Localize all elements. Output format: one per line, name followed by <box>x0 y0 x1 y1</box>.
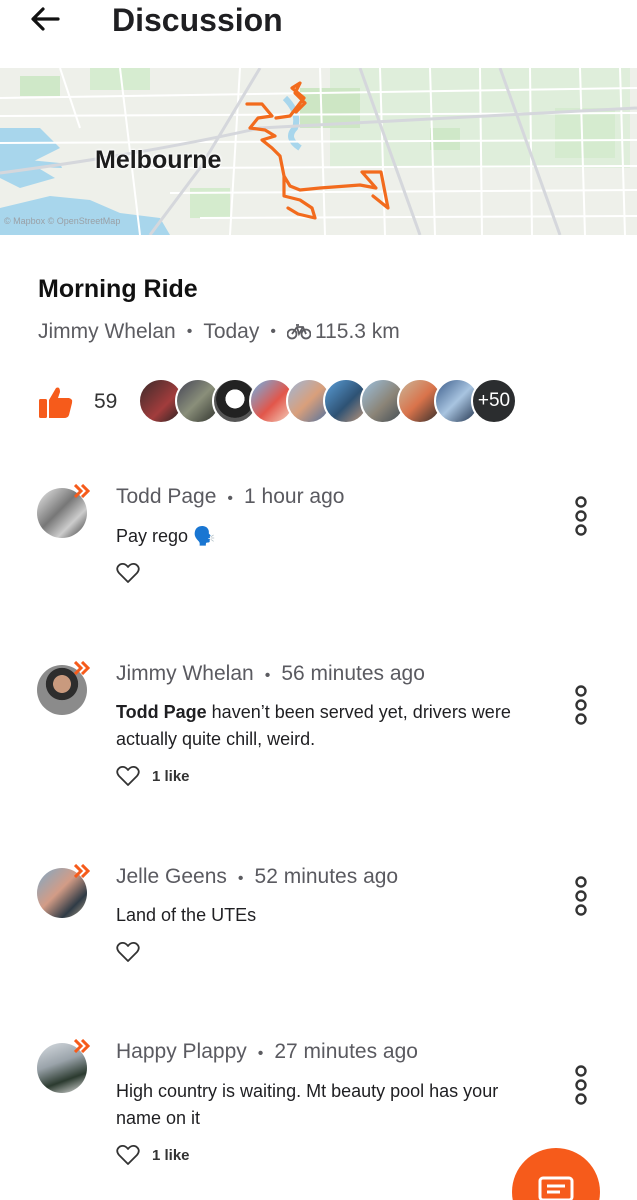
comment-actions: 1 like <box>116 765 190 787</box>
kudos-row: 59 +50 <box>38 378 598 426</box>
comment-time: 56 minutes ago <box>281 662 425 685</box>
activity-date: Today <box>203 320 260 343</box>
mention-link[interactable]: Todd Page <box>116 702 207 722</box>
subscriber-badge-icon <box>74 484 90 498</box>
thumbs-up-icon[interactable] <box>38 384 74 420</box>
comment-time: 52 minutes ago <box>254 865 399 888</box>
top-app-bar: Discussion <box>0 0 637 68</box>
comment-text: Land of the UTEs <box>116 905 257 925</box>
comment-actions <box>116 562 140 584</box>
heart-icon[interactable] <box>116 1144 140 1166</box>
activity-distance: 115.3 km <box>314 320 400 343</box>
add-comment-button[interactable] <box>512 1148 600 1200</box>
bike-icon <box>286 324 311 340</box>
more-options-icon[interactable] <box>570 876 592 916</box>
more-kudos-badge[interactable]: +50 <box>471 378 517 424</box>
comment-time: 1 hour ago <box>244 485 345 508</box>
comment-text: Pay rego 🗣️ <box>116 526 216 546</box>
comment-author[interactable]: Todd Page <box>116 485 216 508</box>
comment-author[interactable]: Jimmy Whelan <box>116 662 254 685</box>
separator-dot: • <box>270 323 276 340</box>
comment-header: Jelle Geens • 52 minutes ago <box>116 865 399 888</box>
arrow-left-icon[interactable] <box>28 4 62 34</box>
comment-header: Jimmy Whelan • 56 minutes ago <box>116 662 425 685</box>
comment-author[interactable]: Happy Plappy <box>116 1040 247 1063</box>
more-options-icon[interactable] <box>570 685 592 725</box>
more-options-icon[interactable] <box>570 496 592 536</box>
comment-text: Todd Page haven’t been served yet, drive… <box>116 699 516 753</box>
more-options-icon[interactable] <box>570 1065 592 1105</box>
heart-icon[interactable] <box>116 562 140 584</box>
comment-text: High country is waiting. Mt beauty pool … <box>116 1081 499 1128</box>
comment-time: 27 minutes ago <box>274 1040 418 1063</box>
activity-title[interactable]: Morning Ride <box>38 275 198 304</box>
comment-like-count[interactable]: 1 like <box>152 1147 190 1164</box>
comment-header: Todd Page • 1 hour ago <box>116 485 345 508</box>
comment-actions: 1 like <box>116 1144 190 1166</box>
page-title: Discussion <box>112 2 283 38</box>
map-attribution[interactable]: © Mapbox © OpenStreetMap <box>4 216 120 226</box>
subscriber-badge-icon <box>74 864 90 878</box>
comment-author[interactable]: Jelle Geens <box>116 865 227 888</box>
activity-meta: Jimmy Whelan • Today • 115.3 km <box>38 320 400 344</box>
heart-icon[interactable] <box>116 765 140 787</box>
athlete-name[interactable]: Jimmy Whelan <box>38 320 176 344</box>
comment-header: Happy Plappy • 27 minutes ago <box>116 1040 418 1063</box>
route-map[interactable]: Melbourne © Mapbox © OpenStreetMap <box>0 68 637 235</box>
kudos-count[interactable]: 59 <box>94 390 117 414</box>
separator-dot: • <box>186 323 193 340</box>
comment-like-count[interactable]: 1 like <box>152 768 190 785</box>
heart-icon[interactable] <box>116 941 140 963</box>
map-city-label: Melbourne <box>95 146 222 174</box>
comment-icon <box>538 1176 574 1200</box>
subscriber-badge-icon <box>74 661 90 675</box>
subscriber-badge-icon <box>74 1039 90 1053</box>
comment-actions <box>116 941 140 963</box>
